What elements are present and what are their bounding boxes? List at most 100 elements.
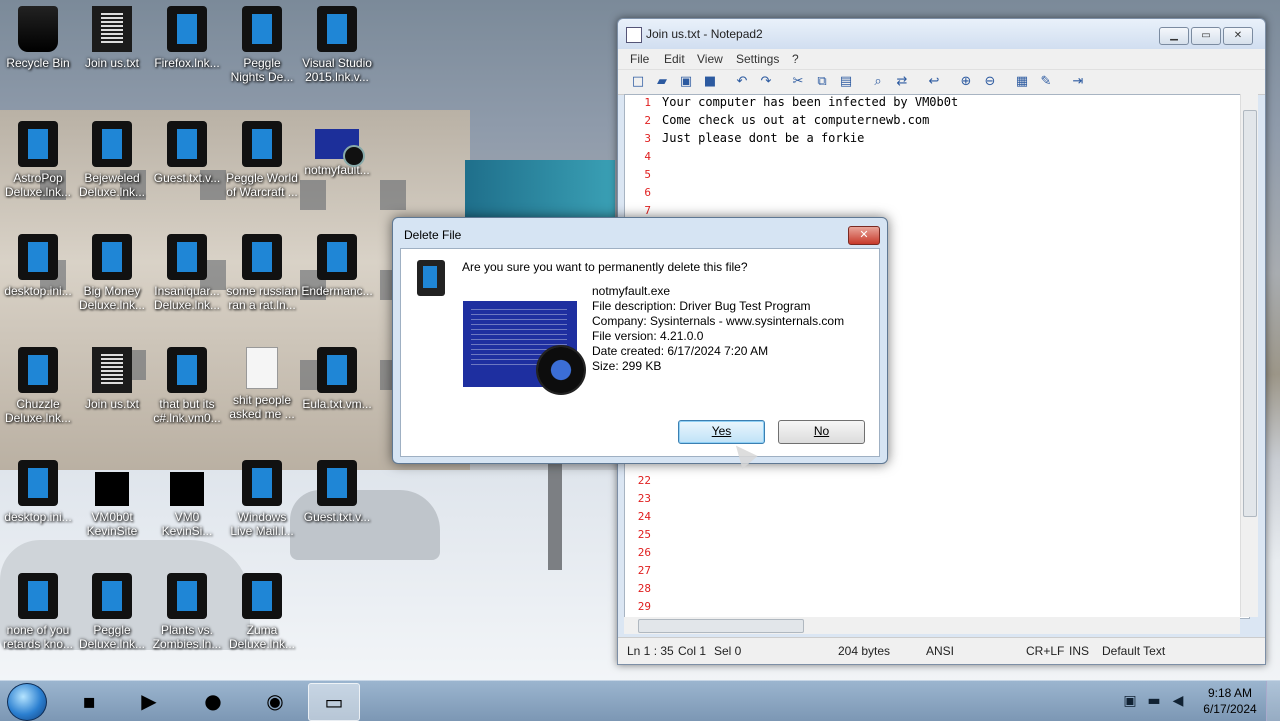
- desktop-icon[interactable]: Insaniquar... Deluxe.lnk...: [149, 228, 225, 328]
- shortcut-icon: [317, 460, 357, 506]
- desktop-icon[interactable]: Recycle Bin: [0, 0, 76, 100]
- minimize-button[interactable]: ▁: [1159, 27, 1189, 45]
- menu-file[interactable]: File: [630, 52, 649, 66]
- dialog-close-button[interactable]: ✕: [848, 226, 880, 245]
- text-line[interactable]: Your computer has been infected by VM0b0…: [662, 95, 958, 109]
- no-button[interactable]: No: [778, 420, 865, 444]
- start-button[interactable]: [7, 683, 47, 721]
- desktop-icon[interactable]: some russian ran a rat.ln...: [224, 228, 300, 328]
- vertical-scrollbar[interactable]: [1240, 94, 1258, 617]
- desktop-icon[interactable]: Peggle World of Warcraft ...: [224, 115, 300, 215]
- desktop-icon[interactable]: Peggle Nights De...: [224, 0, 300, 100]
- open-folder-icon[interactable]: ▰: [654, 74, 670, 90]
- find-icon[interactable]: ⌕: [870, 74, 886, 90]
- desktop-icon-label: Visual Studio 2015.lnk.v...: [302, 56, 372, 84]
- desktop-icon[interactable]: AstroPop Deluxe.lnk...: [0, 115, 76, 215]
- desktop-icon[interactable]: Guest.txt.v...: [149, 115, 225, 215]
- desktop-icon[interactable]: Endermanc...: [299, 228, 375, 328]
- globe-icon[interactable]: ●: [188, 683, 238, 719]
- file-size: Size: 299 KB: [592, 359, 662, 373]
- firefox-icon[interactable]: ◉: [250, 683, 300, 719]
- line-number: 1: [644, 96, 651, 109]
- new-file-icon[interactable]: □: [630, 74, 646, 90]
- status-eol[interactable]: CR+LF: [1026, 644, 1064, 658]
- undo-icon[interactable]: ↶: [734, 74, 750, 90]
- desktop-icon[interactable]: VM0b0t KevinSite: [74, 454, 150, 554]
- desktop-icon[interactable]: Windows Live Mail.l...: [224, 454, 300, 554]
- desktop-icon[interactable]: notmyfault...: [299, 115, 375, 215]
- close-button[interactable]: ✕: [1223, 27, 1253, 45]
- desktop-icon[interactable]: that but its c#.lnk.vm0...: [149, 341, 225, 441]
- status-encoding[interactable]: ANSI: [926, 644, 954, 658]
- scheme-icon[interactable]: ▦: [1014, 74, 1030, 90]
- cut-icon[interactable]: ✂: [790, 74, 806, 90]
- taskbar-app-icon[interactable]: ▪: [64, 683, 114, 719]
- tray-app-icon[interactable]: ▣: [1122, 693, 1138, 709]
- magnifier-icon: [536, 345, 586, 395]
- status-mode[interactable]: INS: [1069, 644, 1089, 658]
- copy-icon[interactable]: ⧉: [814, 74, 830, 90]
- desktop-icon[interactable]: Join us.txt: [74, 341, 150, 441]
- shortcut-icon: [92, 121, 132, 167]
- desktop-icon[interactable]: Big Money Deluxe.lnk...: [74, 228, 150, 328]
- show-desktop-button[interactable]: [1266, 681, 1280, 721]
- scroll-thumb[interactable]: [1243, 110, 1257, 517]
- desktop-icon[interactable]: Chuzzle Deluxe.lnk...: [0, 341, 76, 441]
- desktop-icon[interactable]: Plants vs. Zombies.ln...: [149, 567, 225, 667]
- exit-icon[interactable]: ⇥: [1070, 74, 1086, 90]
- customize-icon[interactable]: ✎: [1038, 74, 1054, 90]
- yes-button[interactable]: Yes: [678, 420, 765, 444]
- text-line[interactable]: Just please dont be a forkie: [662, 131, 864, 145]
- zoom-in-icon[interactable]: ⊕: [958, 74, 974, 90]
- shortcut-icon: [242, 6, 282, 52]
- desktop-icon-label: Plants vs. Zombies.ln...: [152, 623, 222, 651]
- horizontal-scrollbar[interactable]: [624, 617, 1240, 634]
- shortcut-icon: [18, 121, 58, 167]
- shortcut-icon: [317, 6, 357, 52]
- desktop-icon[interactable]: Firefox.lnk...: [149, 0, 225, 100]
- notepad-taskbar-button[interactable]: ▭: [308, 683, 360, 721]
- desktop-icon[interactable]: desktop.ini...: [0, 228, 76, 328]
- toolbar: □ ▰ ▣ ■ ↶ ↷ ✂ ⧉ ▤ ⌕ ⇄ ↩ ⊕ ⊖ ▦ ✎ ⇥: [618, 70, 1265, 95]
- title-bar[interactable]: Join us.txt - Notepad2 ▁ ▭ ✕: [618, 19, 1265, 49]
- clock[interactable]: 9:18 AM 6/17/2024: [1196, 685, 1264, 717]
- word-wrap-icon[interactable]: ↩: [926, 74, 942, 90]
- media-player-icon[interactable]: ▶: [124, 683, 174, 719]
- text-file-icon: [92, 6, 132, 52]
- delete-file-dialog[interactable]: Delete File ✕ Are you sure you want to p…: [392, 217, 888, 464]
- desktop-icon[interactable]: desktop.ini...: [0, 454, 76, 554]
- file-description: File description: Driver Bug Test Progra…: [592, 299, 811, 313]
- zoom-out-icon[interactable]: ⊖: [982, 74, 998, 90]
- redo-icon[interactable]: ↷: [758, 74, 774, 90]
- desktop-icon[interactable]: Bejeweled Deluxe.lnk...: [74, 115, 150, 215]
- network-icon[interactable]: ▬: [1146, 693, 1162, 709]
- text-line[interactable]: Come check us out at computernewb.com: [662, 113, 929, 127]
- browse-icon[interactable]: ▣: [678, 74, 694, 90]
- desktop-icon[interactable]: shit people asked me ...: [224, 341, 300, 441]
- volume-icon[interactable]: ◀: [1170, 693, 1186, 709]
- shortcut-icon: [18, 234, 58, 280]
- paste-icon[interactable]: ▤: [838, 74, 854, 90]
- desktop-icon[interactable]: Join us.txt: [74, 0, 150, 100]
- status-column: Col 1: [678, 644, 707, 658]
- scroll-thumb[interactable]: [638, 619, 804, 633]
- shortcut-icon: [167, 121, 207, 167]
- desktop-icon[interactable]: Guest.txt.v...: [299, 454, 375, 554]
- desktop-icon[interactable]: none of you retards kno...: [0, 567, 76, 667]
- menu-settings[interactable]: Settings: [736, 52, 779, 66]
- replace-icon[interactable]: ⇄: [894, 74, 910, 90]
- recycle-bin-icon: [18, 6, 58, 52]
- desktop-icon[interactable]: Eula.txt.vm...: [299, 341, 375, 441]
- desktop-icon[interactable]: VM0 KevinSi...: [149, 454, 225, 554]
- menu-view[interactable]: View: [697, 52, 723, 66]
- status-scheme[interactable]: Default Text: [1102, 644, 1165, 658]
- desktop-icon[interactable]: Zuma Deluxe.lnk...: [224, 567, 300, 667]
- menu-edit[interactable]: Edit: [664, 52, 685, 66]
- menu-help[interactable]: ?: [792, 52, 799, 66]
- maximize-button[interactable]: ▭: [1191, 27, 1221, 45]
- save-icon[interactable]: ■: [702, 74, 718, 90]
- desktop-icon-label: some russian ran a rat.ln...: [226, 284, 298, 312]
- desktop-icon-label: Firefox.lnk...: [154, 56, 220, 70]
- desktop-icon[interactable]: Visual Studio 2015.lnk.v...: [299, 0, 375, 100]
- desktop-icon[interactable]: Peggle Deluxe.lnk...: [74, 567, 150, 667]
